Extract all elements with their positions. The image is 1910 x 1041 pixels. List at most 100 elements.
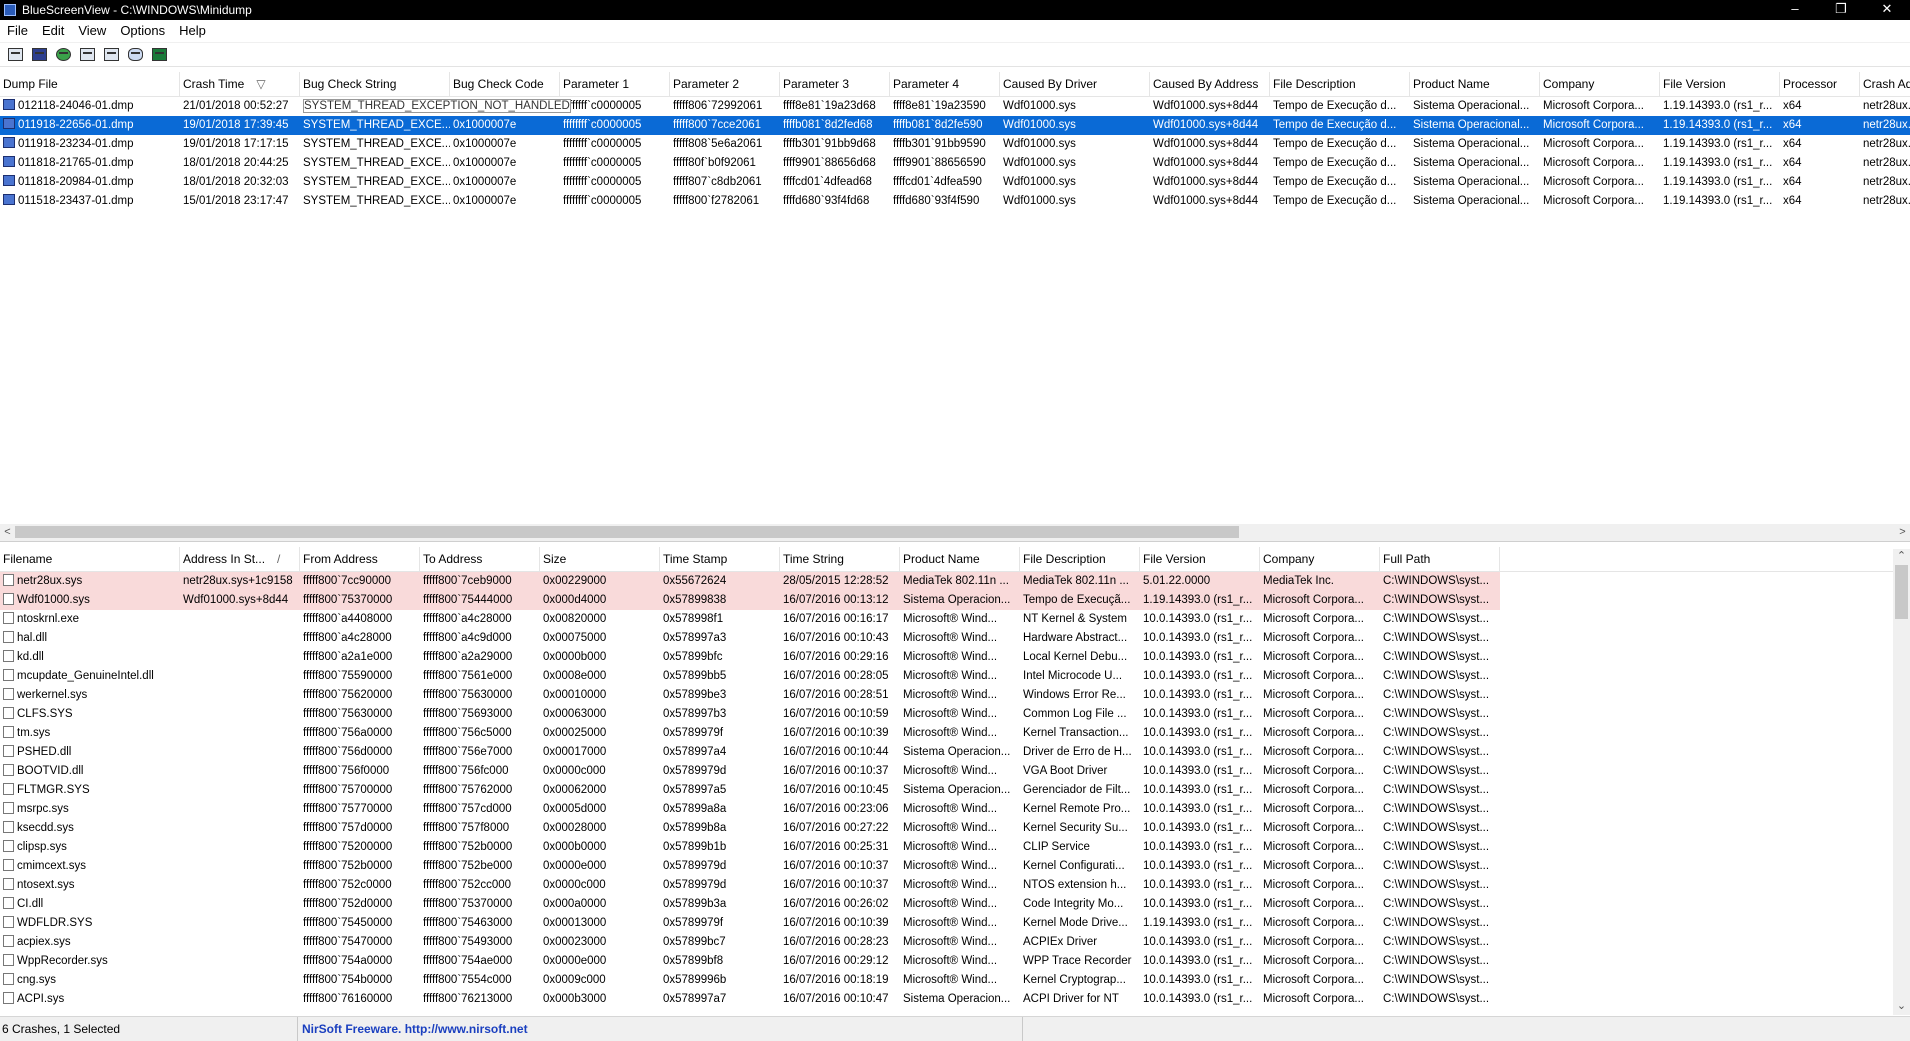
crash-header-11[interactable]: Product Name bbox=[1410, 72, 1540, 96]
module-row[interactable]: CI.dll fffff800`752d0000 fffff800`75370000… bbox=[0, 895, 1893, 914]
module-header-11[interactable]: Full Path bbox=[1380, 547, 1500, 571]
crash-header-12[interactable]: Company bbox=[1540, 72, 1660, 96]
module-cell bbox=[180, 895, 300, 914]
module-row[interactable]: clipsp.sys fffff800`75200000 fffff800`752b… bbox=[0, 838, 1893, 857]
module-header-0[interactable]: Filename bbox=[0, 547, 180, 571]
module-header-10[interactable]: Company bbox=[1260, 547, 1380, 571]
vertical-scrollbar[interactable]: ⌃ ⌄ bbox=[1893, 549, 1910, 1015]
menu-edit[interactable]: Edit bbox=[35, 20, 71, 42]
crash-cell: ffffcd01`4dfead68 bbox=[780, 173, 890, 192]
cell-text: Microsoft Corpora... bbox=[1263, 784, 1364, 796]
module-row[interactable]: ntosext.sys fffff800`752c0000 fffff800`752… bbox=[0, 876, 1893, 895]
crash-header-4[interactable]: Parameter 1 bbox=[560, 72, 670, 96]
module-row[interactable]: acpiex.sys fffff800`75470000 fffff800`7549… bbox=[0, 933, 1893, 952]
module-header-1[interactable]: Address In St... / bbox=[180, 547, 300, 571]
module-cell: 10.0.14393.0 (rs1_r... bbox=[1140, 952, 1260, 971]
crash-header-7[interactable]: Parameter 4 bbox=[890, 72, 1000, 96]
crash-row[interactable]: 011818-21765-01.dmp 18/01/2018 20:44:25 SY… bbox=[0, 154, 1910, 173]
nirsoft-link[interactable]: NirSoft Freeware. http://www.nirsoft.net bbox=[298, 1017, 1023, 1041]
crash-header-3[interactable]: Bug Check Code bbox=[450, 72, 560, 96]
menu-options[interactable]: Options bbox=[113, 20, 172, 42]
module-row[interactable]: WDFLDR.SYS fffff800`75450000 fffff800`7546… bbox=[0, 914, 1893, 933]
crash-cell: Sistema Operacional... bbox=[1410, 173, 1540, 192]
cell-text: x64 bbox=[1783, 138, 1802, 150]
module-row[interactable]: cng.sys fffff800`754b0000 fffff800`7554c00… bbox=[0, 971, 1893, 990]
module-row[interactable]: ACPI.sys fffff800`76160000 fffff800`762130… bbox=[0, 990, 1893, 1009]
cell-text: C:\WINDOWS\syst... bbox=[1383, 917, 1490, 929]
maximize-button[interactable]: ❐ bbox=[1818, 0, 1864, 20]
module-row[interactable]: WppRecorder.sys fffff800`754a0000 fffff800… bbox=[0, 952, 1893, 971]
scroll-down-icon[interactable]: ⌄ bbox=[1894, 999, 1909, 1013]
scroll-right-icon[interactable]: > bbox=[1895, 524, 1910, 541]
pane-splitter[interactable] bbox=[0, 541, 1910, 546]
column-label: Caused By Driver bbox=[1003, 77, 1098, 91]
options-button[interactable] bbox=[101, 46, 121, 64]
module-row[interactable]: ntoskrnl.exe fffff800`a4408000 fffff800`a4… bbox=[0, 610, 1893, 629]
save-button[interactable] bbox=[29, 46, 49, 64]
crash-header-14[interactable]: Processor bbox=[1780, 72, 1860, 96]
properties-button[interactable] bbox=[5, 46, 25, 64]
crash-header-6[interactable]: Parameter 3 bbox=[780, 72, 890, 96]
module-row[interactable]: cmimcext.sys fffff800`752b0000 fffff800`75… bbox=[0, 857, 1893, 876]
module-row[interactable]: hal.dll fffff800`a4c28000 fffff800`a4c9d00… bbox=[0, 629, 1893, 648]
cell-text: ffffcd01`4dfead68 bbox=[783, 176, 872, 188]
crash-row[interactable]: 012118-24046-01.dmp 21/01/2018 00:52:27 SY… bbox=[0, 97, 1910, 116]
module-header-2[interactable]: From Address bbox=[300, 547, 420, 571]
module-row[interactable]: FLTMGR.SYS fffff800`75700000 fffff800`7576… bbox=[0, 781, 1893, 800]
crash-row[interactable]: 011518-23437-01.dmp 15/01/2018 23:17:47 SY… bbox=[0, 192, 1910, 211]
exit-button[interactable] bbox=[149, 46, 169, 64]
module-header-6[interactable]: Time String bbox=[780, 547, 900, 571]
cell-text: 0x1000007e bbox=[453, 157, 517, 169]
crash-header-10[interactable]: File Description bbox=[1270, 72, 1410, 96]
scroll-up-icon[interactable]: ⌃ bbox=[1894, 549, 1909, 563]
scroll-left-icon[interactable]: < bbox=[0, 524, 15, 541]
crash-cell: 011918-22656-01.dmp bbox=[0, 116, 180, 135]
crash-header-13[interactable]: File Version bbox=[1660, 72, 1780, 96]
vertical-scroll-thumb[interactable] bbox=[1895, 565, 1908, 619]
module-header-9[interactable]: File Version bbox=[1140, 547, 1260, 571]
module-file-icon bbox=[3, 916, 14, 928]
module-row[interactable]: werkernel.sys fffff800`75620000 fffff800`7… bbox=[0, 686, 1893, 705]
module-cell: Microsoft Corpora... bbox=[1260, 743, 1380, 762]
module-cell: C:\WINDOWS\syst... bbox=[1380, 933, 1500, 952]
module-row[interactable]: tm.sys fffff800`756a0000 fffff800`756c5000… bbox=[0, 724, 1893, 743]
module-row[interactable]: mcupdate_GenuineIntel.dll fffff800`755900… bbox=[0, 667, 1893, 686]
module-header-4[interactable]: Size bbox=[540, 547, 660, 571]
refresh-button[interactable] bbox=[53, 46, 73, 64]
module-cell: fffff800`a2a1e000 bbox=[300, 648, 420, 667]
crash-header-5[interactable]: Parameter 2 bbox=[670, 72, 780, 96]
horizontal-scroll-thumb[interactable] bbox=[15, 526, 1239, 538]
module-header-8[interactable]: File Description bbox=[1020, 547, 1140, 571]
crash-cell: x64 bbox=[1780, 97, 1860, 116]
module-row[interactable]: netr28ux.sys netr28ux.sys+1c9158 fffff800`… bbox=[0, 572, 1893, 591]
crash-header-2[interactable]: Bug Check String bbox=[300, 72, 450, 96]
menu-help[interactable]: Help bbox=[172, 20, 213, 42]
crash-header-1[interactable]: Crash Time ▽ bbox=[180, 72, 300, 96]
module-header-5[interactable]: Time Stamp bbox=[660, 547, 780, 571]
crash-row[interactable]: 011918-22656-01.dmp 19/01/2018 17:39:45 SY… bbox=[0, 116, 1910, 135]
crash-header-9[interactable]: Caused By Address bbox=[1150, 72, 1270, 96]
menu-file[interactable]: File bbox=[0, 20, 35, 42]
copy-button[interactable] bbox=[77, 46, 97, 64]
crash-header-15[interactable]: Crash Ad bbox=[1860, 72, 1910, 96]
module-header-7[interactable]: Product Name bbox=[900, 547, 1020, 571]
menu-view[interactable]: View bbox=[71, 20, 113, 42]
crash-header-8[interactable]: Caused By Driver bbox=[1000, 72, 1150, 96]
module-row[interactable]: kd.dll fffff800`a2a1e000 fffff800`a2a29000… bbox=[0, 648, 1893, 667]
crash-header-0[interactable]: Dump File bbox=[0, 72, 180, 96]
module-row[interactable]: BOOTVID.dll fffff800`756f0000 fffff800`756… bbox=[0, 762, 1893, 781]
module-row[interactable]: PSHED.dll fffff800`756d0000 fffff800`756e7… bbox=[0, 743, 1893, 762]
module-row[interactable]: CLFS.SYS fffff800`75630000 fffff800`756930… bbox=[0, 705, 1893, 724]
module-row[interactable]: Wdf01000.sys Wdf01000.sys+8d44 fffff800`75… bbox=[0, 591, 1893, 610]
horizontal-scrollbar[interactable]: < > bbox=[0, 524, 1910, 541]
module-row[interactable]: ksecdd.sys fffff800`757d0000 fffff800`757f… bbox=[0, 819, 1893, 838]
module-cell: C:\WINDOWS\syst... bbox=[1380, 895, 1500, 914]
module-row[interactable]: msrpc.sys fffff800`75770000 fffff800`757cd… bbox=[0, 800, 1893, 819]
crash-row[interactable]: 011918-23234-01.dmp 19/01/2018 17:17:15 SY… bbox=[0, 135, 1910, 154]
close-button[interactable]: ✕ bbox=[1864, 0, 1910, 20]
cell-text: Microsoft Corpora... bbox=[1263, 708, 1364, 720]
module-header-3[interactable]: To Address bbox=[420, 547, 540, 571]
find-button[interactable] bbox=[125, 46, 145, 64]
crash-row[interactable]: 011818-20984-01.dmp 18/01/2018 20:32:03 SY… bbox=[0, 173, 1910, 192]
minimize-button[interactable]: – bbox=[1772, 0, 1818, 20]
